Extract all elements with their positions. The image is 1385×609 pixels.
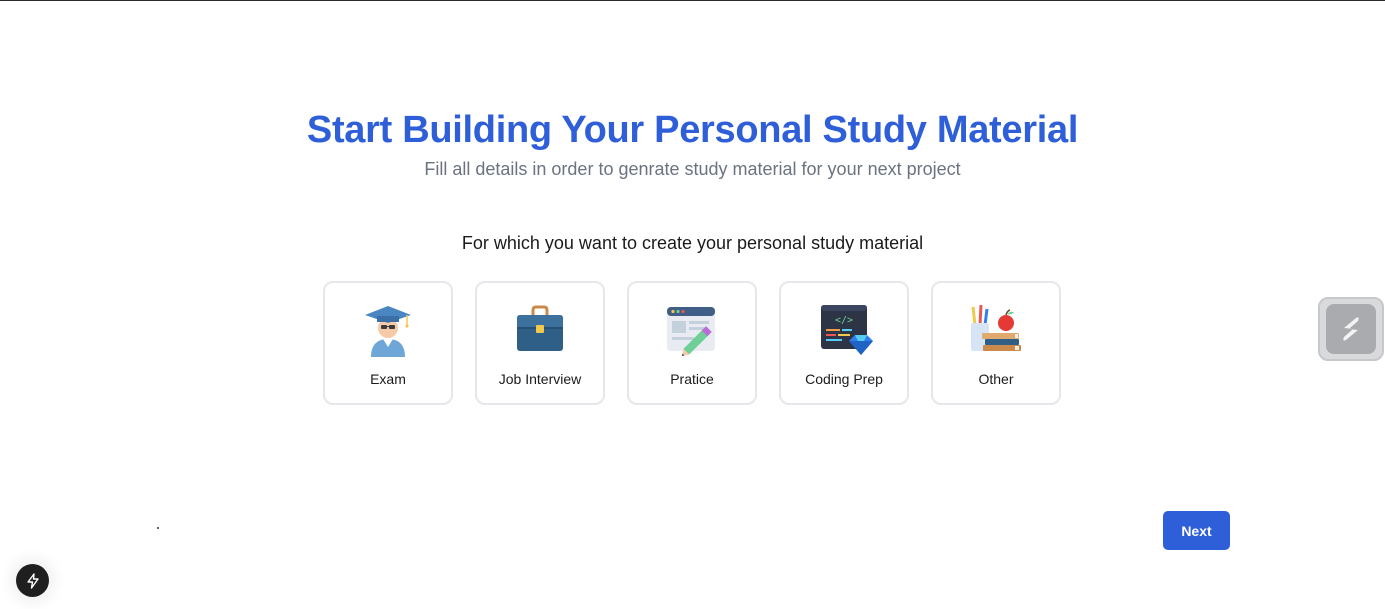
widget-inner [1326,304,1376,354]
option-card-exam[interactable]: Exam [323,281,453,405]
page-subtitle: Fill all details in order to genrate stu… [424,159,961,179]
svg-text:</>: </> [835,315,853,326]
page: Start Building Your Personal Study Mater… [0,0,1385,609]
code-screen-icon: </> [821,305,873,355]
lightning-icon [26,572,39,589]
question-prompt: For which you want to create your person… [461,233,924,253]
option-label: Other [978,371,1014,387]
option-card-job-interview[interactable]: Job Interview [475,281,605,405]
option-card-other[interactable]: Other [931,281,1061,405]
option-label: Exam [370,371,406,387]
briefcase-icon [517,305,563,351]
option-card-coding-prep[interactable]: </> Coding Prep [779,281,909,405]
floating-widget[interactable] [1318,297,1384,361]
option-label: Job Interview [498,371,582,387]
books-icon [971,304,1021,351]
graduate-icon [365,306,411,357]
option-label: Pratice [670,371,714,387]
option-card-pratice[interactable]: Pratice [627,281,757,405]
practice-board-icon [667,307,715,356]
option-list: Exam Job Interview Pratice </> Coding Pr… [323,281,1061,405]
option-label: Coding Prep [805,371,883,387]
widget-logo-icon [1343,317,1359,341]
page-title: Start Building Your Personal Study Mater… [306,109,1079,151]
next-button[interactable]: Next [1163,511,1230,550]
dev-tools-button[interactable] [16,564,49,597]
stray-dot [157,527,159,529]
